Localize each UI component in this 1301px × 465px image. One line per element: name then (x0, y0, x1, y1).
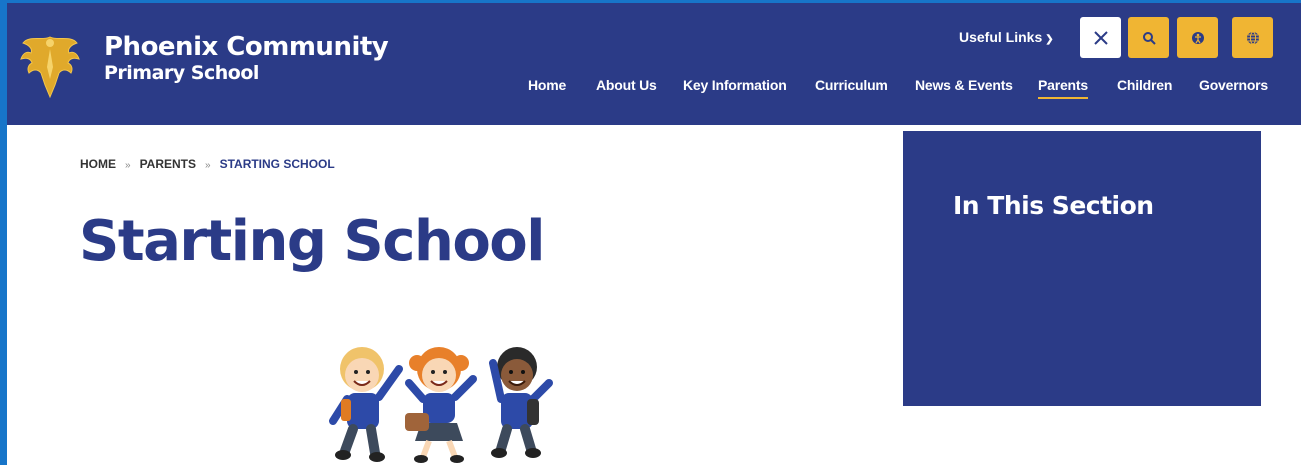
breadcrumb-separator: » (205, 160, 211, 171)
useful-links-label: Useful Links (959, 29, 1043, 45)
main-nav: Home About Us Key Information Curriculum… (7, 77, 1301, 107)
useful-links-dropdown[interactable]: Useful Links ❯ (959, 29, 1054, 45)
search-button[interactable] (1128, 17, 1169, 58)
breadcrumb-current: Starting School (219, 157, 335, 171)
x-twitter-button[interactable] (1080, 17, 1121, 58)
nav-item-label: Governors (1199, 77, 1268, 93)
x-twitter-icon (1093, 30, 1108, 45)
school-name-line1: Phoenix Community (104, 32, 389, 62)
breadcrumb-home[interactable]: Home (80, 157, 116, 171)
nav-item-children[interactable]: Children (1117, 77, 1172, 93)
nav-item-about-us[interactable]: About Us (596, 77, 657, 93)
nav-item-news-events[interactable]: News & Events (915, 77, 1013, 93)
search-icon (1142, 31, 1156, 45)
nav-item-curriculum[interactable]: Curriculum (815, 77, 888, 93)
breadcrumb: Home » Parents » Starting School (80, 157, 335, 171)
nav-item-label: Key Information (683, 77, 787, 93)
nav-item-governors[interactable]: Governors (1199, 77, 1268, 93)
translate-button[interactable] (1232, 17, 1273, 58)
breadcrumb-parents[interactable]: Parents (140, 157, 196, 171)
nav-item-label: News & Events (915, 77, 1013, 93)
children-illustration (329, 347, 553, 463)
breadcrumb-separator: » (125, 160, 131, 171)
page-title: Starting School (79, 209, 545, 274)
nav-item-label: Parents (1038, 77, 1088, 93)
sidebar-title: In This Section (953, 191, 1154, 220)
page: Phoenix Community Primary School Useful … (7, 3, 1301, 465)
chevron-down-icon: ❯ (1045, 34, 1054, 45)
nav-item-label: Curriculum (815, 77, 888, 93)
translate-globe-icon (1246, 31, 1259, 44)
nav-item-home[interactable]: Home (528, 77, 566, 93)
nav-item-parents[interactable]: Parents (1038, 77, 1088, 99)
nav-item-label: About Us (596, 77, 657, 93)
nav-item-label: Children (1117, 77, 1173, 93)
nav-item-label: Home (528, 77, 567, 93)
nav-item-key-information[interactable]: Key Information (683, 77, 787, 93)
accessibility-button[interactable] (1177, 17, 1218, 58)
site-header: Phoenix Community Primary School Useful … (7, 3, 1301, 125)
in-this-section-panel: In This Section (903, 131, 1261, 406)
active-underline (1038, 97, 1088, 99)
accessibility-icon (1191, 31, 1204, 44)
